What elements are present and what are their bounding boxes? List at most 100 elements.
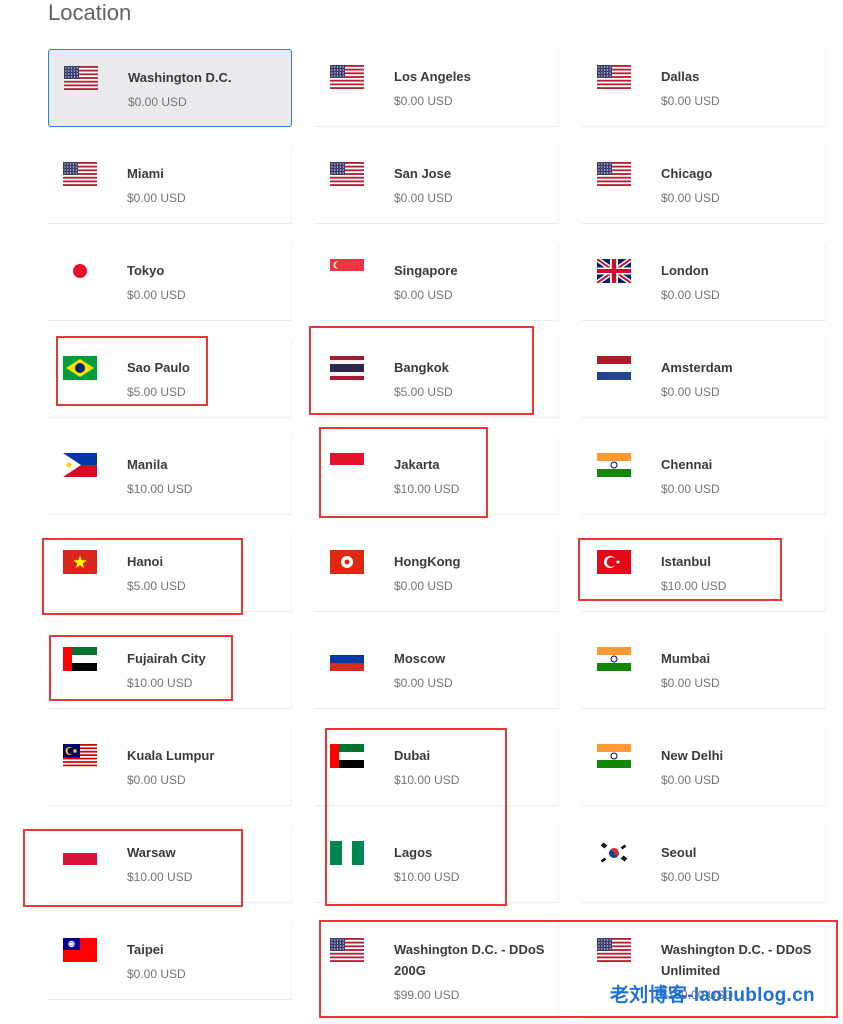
location-price: $0.00 USD [127,967,186,981]
location-card[interactable]: Sao Paulo $5.00 USD [48,340,292,418]
sg-flag-icon [330,259,364,283]
location-card[interactable]: Washington D.C. - DDoS 200G $99.00 USD [315,922,559,1019]
location-name: Moscow [394,651,446,666]
location-card[interactable]: Jakarta $10.00 USD [315,437,559,515]
location-name: Manila [127,457,168,472]
location-card[interactable]: Moscow $0.00 USD [315,631,559,709]
us-flag-icon [63,162,97,186]
location-name: Seoul [661,845,697,860]
location-name: Hanoi [127,554,164,569]
in-flag-icon [597,453,631,477]
location-price: $0.00 USD [127,288,186,302]
location-name: Dubai [394,748,431,763]
location-card[interactable]: Mumbai $0.00 USD [582,631,826,709]
location-price: $0.00 USD [127,191,186,205]
location-card[interactable]: Lagos $10.00 USD [315,825,559,903]
location-card[interactable]: San Jose $0.00 USD [315,146,559,224]
jp-flag-icon [63,259,97,283]
location-price: $0.00 USD [661,676,720,690]
location-name: Washington D.C. - DDoS Unlimited [661,942,812,978]
in-flag-icon [597,744,631,768]
ae-flag-icon [63,647,97,671]
us-flag-icon [330,65,364,89]
location-price: $10.00 USD [127,482,193,496]
location-card[interactable]: Chennai $0.00 USD [582,437,826,515]
location-name: Jakarta [394,457,440,472]
location-card[interactable]: Warsaw $10.00 USD [48,825,292,903]
location-name: Los Angeles [394,69,471,84]
location-card[interactable]: Tokyo $0.00 USD [48,243,292,321]
location-card[interactable]: Los Angeles $0.00 USD [315,49,559,127]
location-name: Dallas [661,69,700,84]
location-name: Singapore [394,263,458,278]
location-card[interactable]: Seoul $0.00 USD [582,825,826,903]
location-card[interactable]: Singapore $0.00 USD [315,243,559,321]
location-price: $0.00 USD [661,385,720,399]
location-card[interactable]: Kuala Lumpur $0.00 USD [48,728,292,806]
my-flag-icon [63,744,97,768]
pl-flag-icon [63,841,97,865]
location-name: Kuala Lumpur [127,748,215,763]
location-price: $10.00 USD [127,870,193,884]
location-name: Washington D.C. [128,70,232,85]
location-name: Warsaw [127,845,176,860]
location-name: Istanbul [661,554,711,569]
location-name: Bangkok [394,360,449,375]
location-card[interactable]: Bangkok $5.00 USD [315,340,559,418]
location-name: Washington D.C. - DDoS 200G [394,942,545,978]
location-price: $0.00 USD [661,773,720,787]
location-card[interactable]: Dallas $0.00 USD [582,49,826,127]
location-name: London [661,263,709,278]
location-price: $5.00 USD [127,579,186,593]
location-name: San Jose [394,166,452,181]
location-card[interactable]: Washington D.C. $0.00 USD [48,49,292,127]
location-price: $0.00 USD [661,482,720,496]
ae-flag-icon [330,744,364,768]
location-card[interactable]: Taipei $0.00 USD [48,922,292,1000]
br-flag-icon [63,356,97,380]
in-flag-icon [597,647,631,671]
location-name: Chennai [661,457,713,472]
watermark-text: 老刘博客-laoliublog.cn [610,985,815,1006]
location-card[interactable]: Istanbul $10.00 USD [582,534,826,612]
hk-flag-icon [330,550,364,574]
us-flag-icon [597,65,631,89]
gb-flag-icon [597,259,631,283]
location-card[interactable]: Miami $0.00 USD [48,146,292,224]
us-flag-icon [597,162,631,186]
us-flag-icon [330,162,364,186]
location-card[interactable]: Chicago $0.00 USD [582,146,826,224]
location-card[interactable]: Manila $10.00 USD [48,437,292,515]
location-name: Fujairah City [127,651,206,666]
location-name: Lagos [394,845,433,860]
location-name: Mumbai [661,651,711,666]
location-price: $10.00 USD [394,870,460,884]
location-name: Chicago [661,166,713,181]
location-price: $0.00 USD [128,95,187,109]
tw-flag-icon [63,938,97,962]
location-card[interactable]: Hanoi $5.00 USD [48,534,292,612]
us-flag-icon [597,938,631,962]
location-price: $5.00 USD [127,385,186,399]
location-card[interactable]: HongKong $0.00 USD [315,534,559,612]
location-price: $0.00 USD [661,191,720,205]
location-price: $0.00 USD [394,676,453,690]
location-card[interactable]: Amsterdam $0.00 USD [582,340,826,418]
location-name: Tokyo [127,263,165,278]
location-price: $10.00 USD [661,579,727,593]
kr-flag-icon [597,841,631,865]
location-name: HongKong [394,554,461,569]
location-card[interactable]: New Delhi $0.00 USD [582,728,826,806]
location-price: $0.00 USD [661,288,720,302]
ph-flag-icon [63,453,97,477]
location-price: $0.00 USD [661,94,720,108]
location-price: $99.00 USD [394,988,460,1002]
location-card[interactable]: London $0.00 USD [582,243,826,321]
location-price: $5.00 USD [394,385,453,399]
nl-flag-icon [597,356,631,380]
location-price: $10.00 USD [127,676,193,690]
location-card[interactable]: Fujairah City $10.00 USD [48,631,292,709]
location-price: $0.00 USD [394,94,453,108]
location-name: Miami [127,166,164,181]
location-card[interactable]: Dubai $10.00 USD [315,728,559,806]
